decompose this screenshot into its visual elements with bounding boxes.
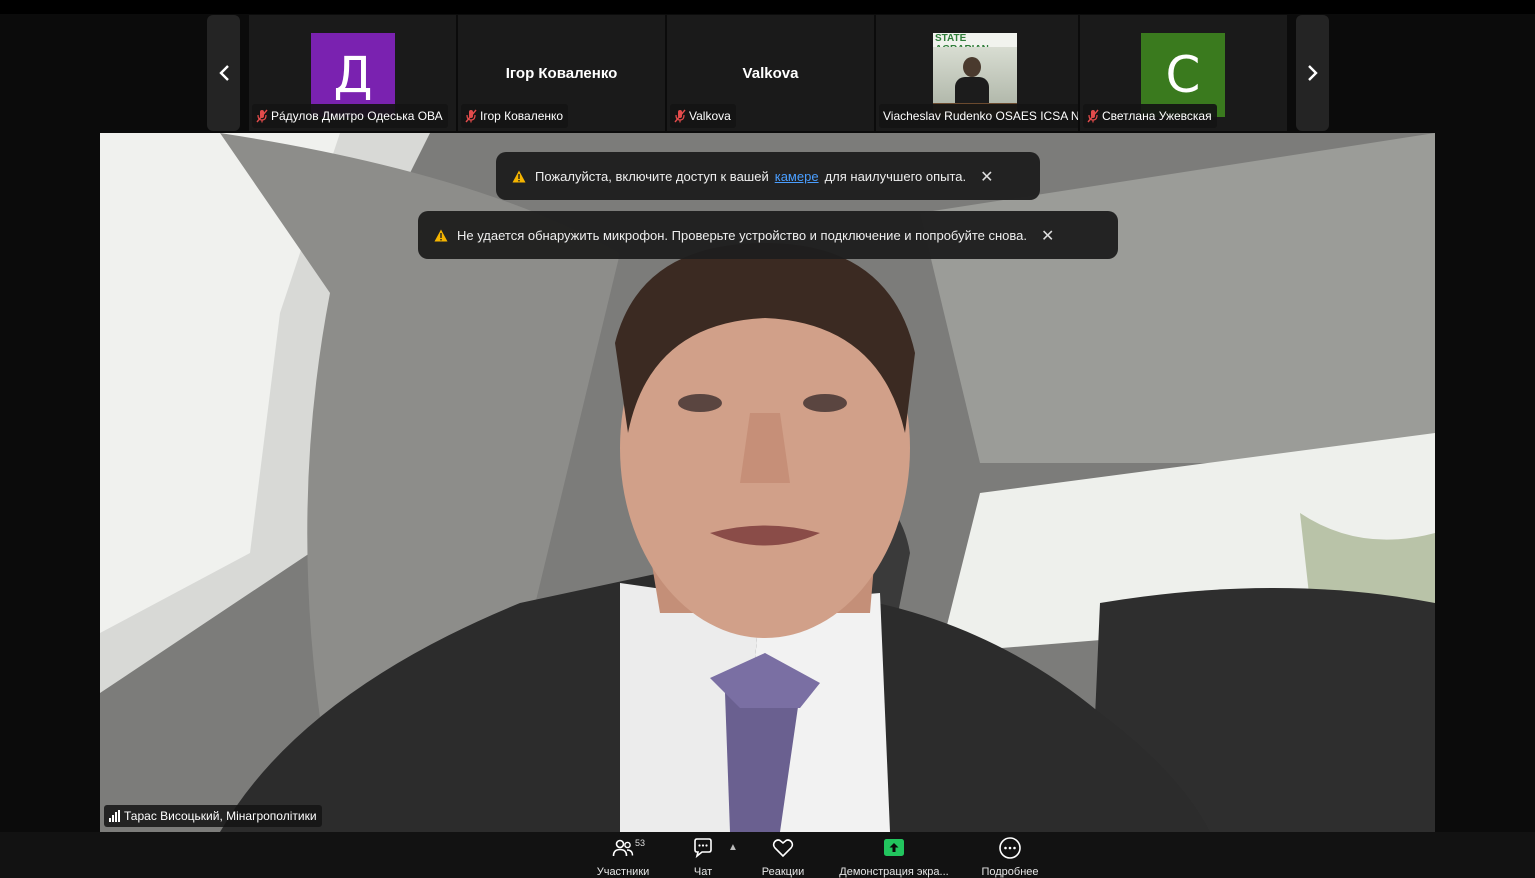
participant-tile[interactable]: Ігор Коваленко Ігор Коваленко <box>458 15 665 131</box>
share-screen-label: Демонстрация экра... <box>839 866 949 878</box>
microphone-notification: Не удается обнаружить микрофон. Проверьт… <box>418 211 1118 259</box>
signal-strength-icon <box>109 810 120 822</box>
chevron-right-icon <box>1307 65 1318 81</box>
person-head <box>963 57 981 77</box>
chat-icon <box>694 838 712 859</box>
camera-notification-text: Пожалуйста, включите доступ к вашей <box>535 168 769 184</box>
window-top-edge <box>0 0 1535 14</box>
mic-muted-icon <box>465 109 477 123</box>
active-speaker-label: Тарас Висоцький, Мінагрополітики <box>104 805 322 827</box>
heart-icon <box>772 839 794 858</box>
share-screen-icon <box>884 839 904 856</box>
participant-tile[interactable]: Valkova Valkova <box>667 15 874 131</box>
participant-name: Ігор Коваленко <box>480 109 564 123</box>
participant-label: Ігор Коваленко <box>461 104 569 128</box>
camera-access-notification: Пожалуйста, включите доступ к вашей каме… <box>496 152 1040 200</box>
chevron-left-icon <box>218 65 229 81</box>
participant-tile[interactable]: STATE AGRARIAN Viacheslav Rudenko OSAES … <box>876 15 1078 131</box>
participants-icon <box>612 839 634 857</box>
participant-name: Valkova <box>689 109 731 123</box>
more-label: Подробнее <box>981 866 1039 878</box>
chat-label: Чат <box>693 866 713 878</box>
mic-muted-icon <box>256 109 268 123</box>
close-microphone-notification-button[interactable]: ✕ <box>1041 226 1054 245</box>
mic-muted-icon <box>1087 109 1099 123</box>
close-camera-notification-button[interactable]: ✕ <box>980 167 993 186</box>
participants-count: 53 <box>635 838 646 848</box>
camera-notification-text-end: для наилучшего опыта. <box>824 168 967 184</box>
participant-label: Рáдулов Дмитро Одеська ОВА <box>252 104 448 128</box>
warning-icon <box>434 229 448 241</box>
participant-tile[interactable]: Д Рáдулов Дмитро Одеська ОВА <box>249 15 456 131</box>
strip-next-button[interactable] <box>1296 15 1329 131</box>
strip-prev-button[interactable] <box>207 15 240 131</box>
participant-display-name: Valkova <box>742 65 799 82</box>
microphone-notification-text: Не удается обнаружить микрофон. Проверьт… <box>457 227 1028 243</box>
camera-settings-link[interactable]: камере <box>775 169 819 184</box>
chevron-up-icon[interactable]: ▲ <box>728 842 738 853</box>
reactions-label: Реакции <box>761 866 805 878</box>
active-speaker-name: Тарас Висоцький, Мінагрополітики <box>124 809 317 823</box>
warning-icon <box>512 170 526 182</box>
participant-display-name: Ігор Коваленко <box>505 65 618 82</box>
participant-tile[interactable]: С Светлана Ужевская <box>1080 15 1287 131</box>
participant-label: Valkova <box>670 104 736 128</box>
share-screen-button[interactable]: Демонстрация экра... <box>834 836 954 878</box>
meeting-toolbar: Участники 53 Чат ▲ Реакции Демонстрация … <box>0 832 1535 878</box>
participant-name: Viacheslav Rudenko OSAES ICSA N... <box>883 109 1078 123</box>
mic-muted-icon <box>674 109 686 123</box>
more-options-icon <box>999 837 1021 859</box>
participant-label: Viacheslav Rudenko OSAES ICSA N... <box>879 104 1078 128</box>
participant-strip: Д Рáдулов Дмитро Одеська ОВА Ігор Ковале… <box>206 15 1330 131</box>
banner-text: STATE AGRARIAN <box>933 33 1017 55</box>
participants-label: Участники <box>596 866 650 878</box>
participant-name: Рáдулов Дмитро Одеська ОВА <box>271 109 443 123</box>
more-button[interactable]: Подробнее <box>976 836 1044 878</box>
participant-name: Светлана Ужевская <box>1102 109 1212 123</box>
chat-button[interactable]: Чат <box>688 836 718 878</box>
reactions-button[interactable]: Реакции <box>758 836 808 878</box>
participant-label: Светлана Ужевская <box>1083 104 1217 128</box>
